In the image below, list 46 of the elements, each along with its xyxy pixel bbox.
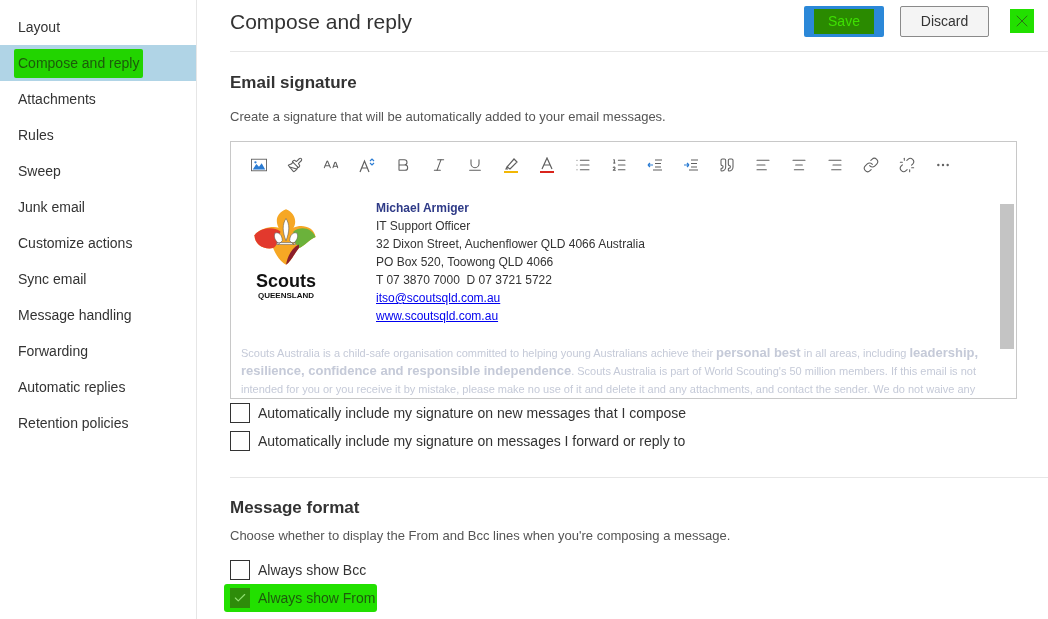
logo-subtitle: QUEENSLAND [258,291,314,301]
signature-line: PO Box 520, Toowong QLD 4066 [376,254,554,271]
highlighter-icon[interactable] [503,157,519,173]
check-icon [233,591,247,605]
section-heading: Email signature [230,72,357,94]
checkbox[interactable] [230,431,250,451]
align-left-icon[interactable] [755,157,771,173]
signature-line: 32 Dixon Street, Auchenflower QLD 4066 Australia [376,236,645,253]
signature-line: T 07 3870 7000 D 07 3721 5722 [376,272,552,289]
checkbox[interactable] [230,560,250,580]
section-description: Choose whether to display the From and Bcc lines when you're composing a message. [230,527,731,545]
checkbox-label: Always show Bcc [258,560,367,580]
align-right-icon[interactable] [827,157,843,173]
section-heading: Message format [230,497,360,519]
signature-link[interactable]: itso@scoutsqld.com.au [376,289,501,307]
checkbox-label: Automatically include my signature on new messages that I compose [258,403,686,423]
quote-icon[interactable] [719,157,735,173]
sidebar-item[interactable]: Compose and reply [0,45,196,81]
image-icon[interactable] [251,157,267,173]
signature-line: IT Support Officer [376,218,471,235]
align-center-icon[interactable] [791,157,807,173]
unlink-icon[interactable] [899,157,915,173]
link-icon[interactable] [863,157,879,173]
text-size-arrows-icon[interactable] [359,157,375,173]
signature-name: Michael Armiger [376,200,469,217]
scrollbar-thumb[interactable] [1000,204,1014,349]
checkbox[interactable] [230,403,250,423]
checkbox-label: Automatically include my signature on messages I forward or reply to [258,431,686,451]
checkbox-label: Always show From [258,588,376,608]
section-description: Create a signature that will be automatically added to your email messages. [230,108,666,126]
italic-icon[interactable] [431,157,447,173]
increase-indent-icon[interactable] [683,157,699,173]
discard-button[interactable]: Discard [900,6,989,37]
font-color-icon[interactable] [539,157,555,173]
signature-link[interactable]: www.scoutsqld.com.au [376,307,499,325]
bold-icon[interactable] [395,157,411,173]
checkbox[interactable] [230,588,250,608]
decrease-indent-icon[interactable] [647,157,663,173]
close-button[interactable] [1010,9,1034,33]
paintbrush-icon[interactable] [287,157,303,173]
numbered-list-icon[interactable] [611,157,627,173]
bulleted-list-icon[interactable] [575,157,591,173]
page-title: Compose and reply [230,9,413,35]
signature-editor[interactable] [230,141,1017,399]
logo-wordmark: Scouts [256,271,316,291]
underline-icon[interactable] [467,157,483,173]
